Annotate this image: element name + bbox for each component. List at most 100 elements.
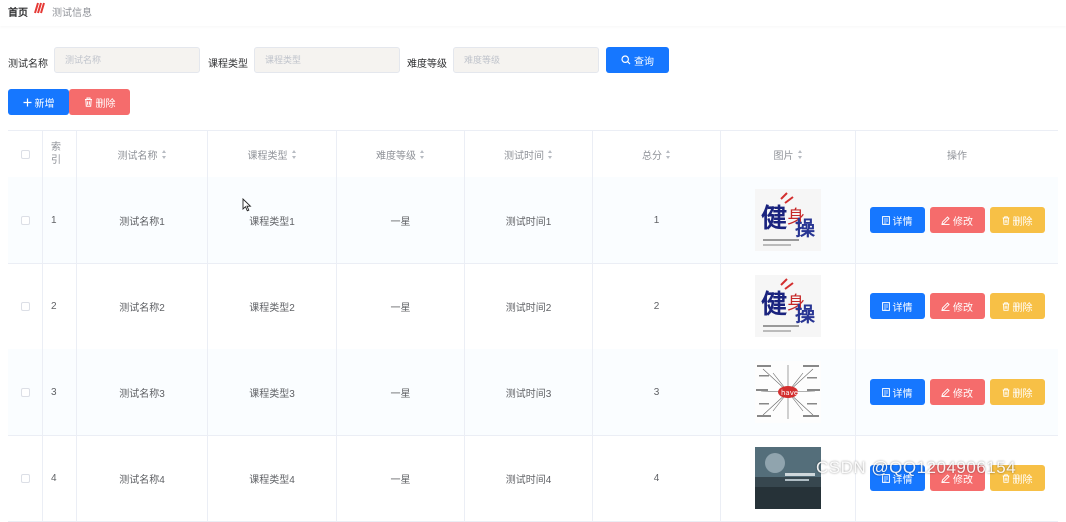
column-index: 索引: [42, 131, 76, 177]
column-level[interactable]: 难度等级: [336, 131, 464, 177]
row-name: 测试名称1: [76, 177, 207, 263]
select-all-checkbox[interactable]: [20, 149, 30, 159]
edit-button[interactable]: 修改: [929, 207, 985, 233]
difficulty-input[interactable]: [453, 47, 599, 73]
delete-button[interactable]: 删除: [989, 207, 1045, 233]
row-level: 一星: [336, 263, 464, 349]
column-type-label: 课程类型: [247, 150, 288, 162]
test-name-label: 测试名称: [8, 59, 48, 70]
document-icon: [881, 387, 890, 397]
edit-button[interactable]: 修改: [929, 293, 985, 319]
row-type-text: 课程类型1: [249, 216, 295, 228]
row-time-text: 测试时间3: [505, 388, 552, 400]
row-score-text: 4: [653, 472, 660, 484]
edit-button-label: 修改: [953, 388, 973, 400]
row-action-group: 详情 修改 删除: [869, 293, 1045, 319]
delete-button[interactable]: 删除: [989, 293, 1045, 319]
row-image-thumbnail[interactable]: 健身操: [755, 189, 821, 251]
row-image-thumbnail[interactable]: 健身操: [755, 275, 821, 337]
row-time: 测试时间2: [464, 263, 592, 349]
sort-icon[interactable]: [797, 149, 803, 159]
row-type: 课程类型4: [207, 435, 336, 521]
column-actions: 操作: [855, 131, 1058, 177]
search-button[interactable]: 查询: [606, 47, 669, 73]
row-index-text: 2: [51, 300, 57, 312]
row-name-text: 测试名称3: [119, 388, 165, 400]
column-type[interactable]: 课程类型: [207, 131, 336, 177]
row-actions: 详情 修改 删除: [855, 349, 1058, 435]
row-score-text: 2: [653, 300, 660, 312]
row-score-text: 1: [653, 214, 660, 226]
sort-icon[interactable]: [548, 149, 553, 159]
course-type-input[interactable]: [254, 47, 400, 73]
svg-text:have: have: [781, 389, 798, 397]
row-image-thumbnail[interactable]: have: [755, 361, 821, 423]
row-type: 课程类型2: [207, 263, 336, 349]
sort-icon[interactable]: [420, 149, 425, 159]
row-index: 2: [42, 263, 76, 349]
add-button-label: 新增: [34, 98, 55, 110]
row-image-thumbnail[interactable]: [755, 447, 821, 509]
breadcrumb-separator-icon: [34, 2, 45, 14]
add-button[interactable]: 新增: [8, 89, 69, 115]
edit-button[interactable]: 修改: [929, 379, 985, 405]
row-index-text: 1: [51, 214, 57, 226]
row-score: 4: [592, 435, 720, 521]
row-type-text: 课程类型3: [249, 388, 295, 400]
detail-button-label: 详情: [892, 302, 913, 314]
mouse-cursor-icon: [242, 198, 252, 212]
select-all-cell: [8, 131, 42, 177]
sort-icon[interactable]: [291, 149, 297, 159]
column-actions-label: 操作: [947, 150, 967, 162]
sort-icon[interactable]: [161, 149, 167, 159]
breadcrumb-home[interactable]: 首页: [8, 4, 28, 19]
delete-button-label: 删除: [1012, 216, 1033, 228]
row-checkbox[interactable]: [20, 301, 30, 311]
row-index: 3: [42, 349, 76, 435]
sort-icon[interactable]: [666, 149, 671, 159]
trash-icon: [1002, 387, 1009, 397]
row-index-text: 4: [51, 472, 57, 484]
column-image[interactable]: 图片: [720, 131, 855, 177]
table-row: 1 测试名称1 课程类型1 一星 测试时间1 1 健身操 详情 修改 删除: [8, 177, 1058, 264]
column-score[interactable]: 总分: [592, 131, 720, 177]
column-image-label: 图片: [773, 150, 794, 162]
row-checkbox[interactable]: [20, 473, 30, 483]
delete-button-label: 删除: [1012, 302, 1033, 314]
row-action-group: 详情 修改 删除: [869, 379, 1045, 405]
column-time[interactable]: 测试时间: [464, 131, 592, 177]
table-row: 3 测试名称3 课程类型3 一星 测试时间3 3 have 详情 修改 删除: [8, 349, 1058, 436]
row-name: 测试名称2: [76, 263, 207, 349]
row-action-group: 详情 修改 删除: [869, 207, 1045, 233]
svg-text:操: 操: [795, 302, 816, 326]
detail-button[interactable]: 详情: [869, 207, 925, 233]
row-actions: 详情 修改 删除: [855, 263, 1058, 349]
svg-text:操: 操: [795, 216, 816, 240]
watermark: CSDN @QQ1204906154: [816, 458, 1017, 477]
edit-icon: [941, 387, 950, 397]
row-image: 健身操: [720, 177, 855, 263]
row-level-text: 一星: [390, 302, 411, 314]
detail-button[interactable]: 详情: [869, 379, 925, 405]
row-actions: 详情 修改 删除: [855, 177, 1058, 263]
detail-button[interactable]: 详情: [869, 293, 925, 319]
trash-icon: [1002, 301, 1009, 311]
row-name: 测试名称3: [76, 349, 207, 435]
delete-button[interactable]: 删除: [989, 379, 1045, 405]
detail-button-label: 详情: [892, 216, 913, 228]
column-name[interactable]: 测试名称: [76, 131, 207, 177]
column-name-label: 测试名称: [117, 150, 158, 162]
row-checkbox[interactable]: [20, 387, 30, 397]
row-image: [720, 435, 855, 521]
course-type-label: 课程类型: [208, 59, 248, 70]
detail-button-label: 详情: [892, 388, 913, 400]
row-checkbox[interactable]: [20, 215, 30, 225]
difficulty-label: 难度等级: [407, 59, 447, 70]
test-name-input[interactable]: [54, 47, 200, 73]
svg-text:健: 健: [761, 204, 787, 234]
batch-delete-button[interactable]: 删除: [69, 89, 130, 115]
row-level: 一星: [336, 177, 464, 263]
edit-button-label: 修改: [953, 302, 973, 314]
row-image: 健身操: [720, 263, 855, 349]
search-icon: [621, 55, 631, 65]
